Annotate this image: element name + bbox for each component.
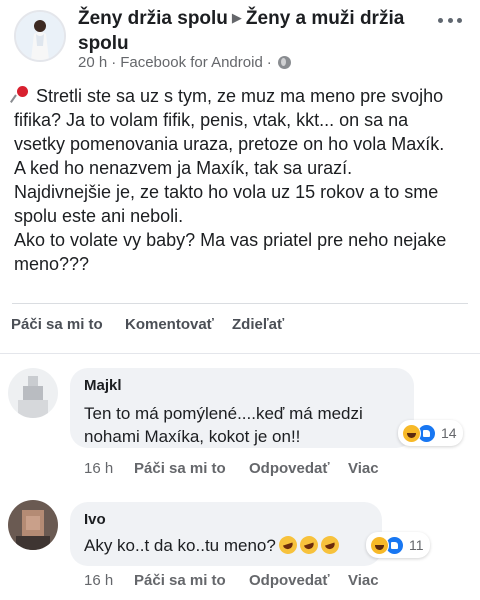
comment-time[interactable]: 16 h (84, 572, 113, 589)
comment-like-button[interactable]: Páči sa mi to (134, 572, 226, 589)
action-divider (12, 303, 468, 304)
comment-bubble: Ivo Aky ko..t da ko..tu meno? (70, 502, 382, 566)
arrow-right-icon: ▶ (231, 10, 242, 25)
rofl-emoji-icon (297, 533, 321, 557)
comment-like-button[interactable]: Páči sa mi to (134, 460, 226, 477)
comment-text: Aky ko..t da ko..tu meno? (84, 536, 276, 555)
post-line: meno??? (14, 254, 90, 274)
comment-reply-button[interactable]: Odpovedať (249, 572, 330, 589)
comment-more-button[interactable]: Viac (348, 572, 379, 589)
post-title: Ženy držia spolu ▶ Ženy a muži držia spolu (78, 7, 408, 56)
post-source: Facebook for Android (120, 54, 263, 71)
more-options-icon[interactable] (438, 16, 462, 24)
post-time[interactable]: 20 h (78, 54, 107, 71)
comment-author[interactable]: Majkl (84, 376, 400, 396)
reaction-summary[interactable]: 14 (398, 420, 463, 446)
haha-reaction-icon (402, 423, 421, 443)
share-button[interactable]: Zdieľať (232, 316, 284, 333)
blurred-avatar (8, 368, 58, 418)
post-header: Ženy držia spolu ▶ Ženy a muži držia spolu… (0, 0, 480, 78)
page-avatar-photo (16, 12, 64, 60)
post-meta: 20 h · Facebook for Android · (78, 54, 291, 71)
pushpin-icon (14, 86, 30, 104)
haha-reaction-icon (370, 535, 389, 555)
blurred-avatar (8, 500, 58, 550)
reaction-summary[interactable]: 11 (366, 532, 430, 558)
post-line: fifika? Ja to volam fifik, penis, vtak, … (14, 110, 409, 130)
comment-more-button[interactable]: Viac (348, 460, 379, 477)
avatar[interactable] (8, 368, 58, 418)
comments-separator (0, 353, 480, 354)
rofl-emoji-icon (276, 533, 300, 557)
post-line: Najdivnejšie je, ze takto ho vola uz 15 … (14, 182, 439, 202)
comment-text-row: Aky ko..t da ko..tu meno? (84, 533, 368, 557)
rofl-emoji-icon (318, 533, 342, 557)
comment-bubble: Majkl Ten to má pomýlené....keď má medzi… (70, 368, 414, 448)
reaction-count: 14 (441, 425, 457, 441)
globe-icon (277, 56, 291, 69)
post-line: spolu este ani neboli. (14, 206, 184, 226)
comment-button[interactable]: Komentovať (125, 316, 214, 333)
comment-reply-button[interactable]: Odpovedať (249, 460, 330, 477)
comment-text: nohami Maxíka, kokot je on!! (84, 427, 301, 446)
post-line: vsetky pomenovania uraza, pretoze on ho … (14, 134, 445, 154)
post-line: A ked ho nenazvem ja Maxík, tak sa urazí… (14, 158, 353, 178)
post-body: Stretli ste sa uz s tym, ze muz ma meno … (14, 84, 470, 276)
comment-text: Ten to má pomýlené....keď má medzi (84, 404, 363, 423)
post-action-bar: Páči sa mi to Komentovať Zdieľať (0, 316, 480, 340)
like-button[interactable]: Páči sa mi to (11, 316, 103, 333)
comment-time[interactable]: 16 h (84, 460, 113, 477)
page-avatar[interactable] (14, 10, 66, 62)
post-line: Ako to volate vy baby? Ma vas priatel pr… (14, 230, 447, 250)
avatar[interactable] (8, 500, 58, 550)
page-name[interactable]: Ženy držia spolu (78, 8, 228, 29)
meta-dot-2: · (266, 54, 272, 71)
reaction-count: 11 (409, 537, 424, 553)
meta-dot: · (111, 54, 117, 71)
comment-author[interactable]: Ivo (84, 510, 368, 530)
post-line: Stretli ste sa uz s tym, ze muz ma meno … (14, 84, 470, 108)
